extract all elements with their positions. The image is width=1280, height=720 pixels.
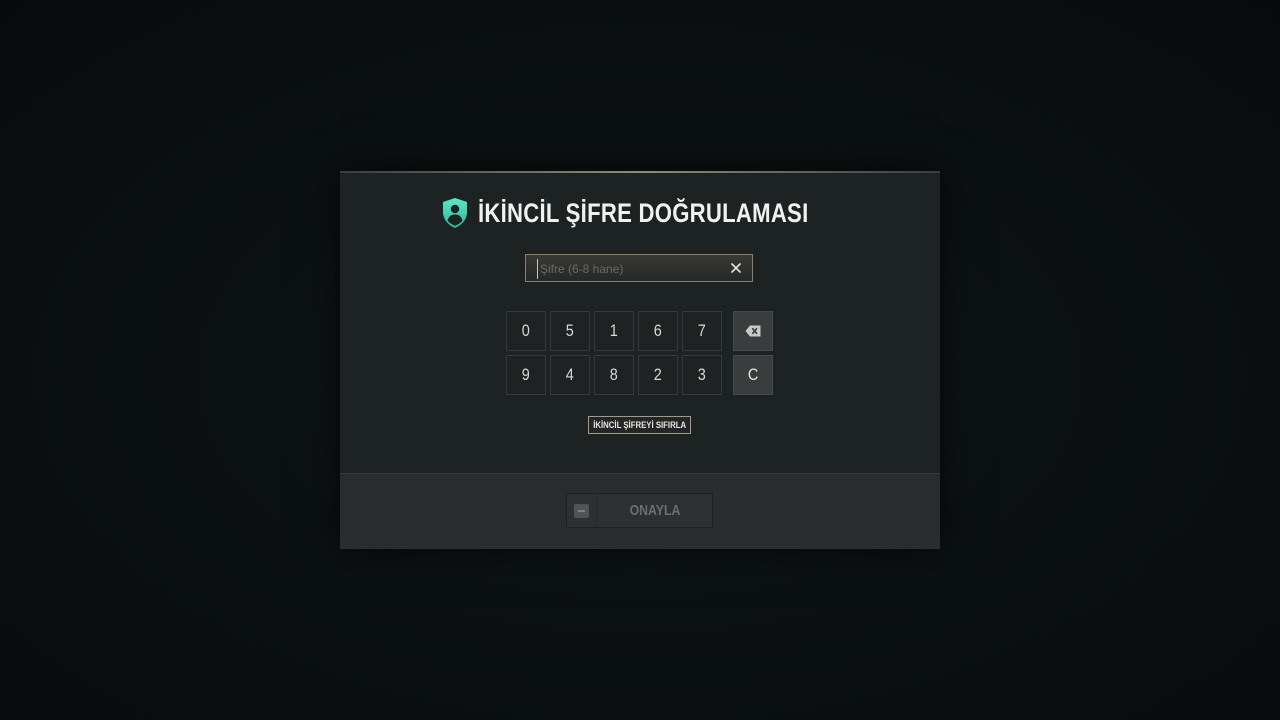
- reset-button-label: İKİNCİL ŞİFREYİ SIFIRLA: [593, 419, 686, 431]
- dialog-title: İKİNCİL ŞİFRE DOĞRULAMASI: [478, 197, 809, 228]
- password-input[interactable]: [537, 259, 720, 279]
- keypad-key[interactable]: 0: [506, 311, 546, 351]
- keypad-key[interactable]: 5: [550, 311, 590, 351]
- key-label: 7: [697, 321, 707, 340]
- key-label: 9: [521, 365, 531, 384]
- shield-user-icon: [443, 198, 468, 228]
- key-label: 4: [565, 365, 575, 384]
- dialog-header: İKİNCİL ŞİFRE DOĞRULAMASI: [340, 195, 940, 231]
- backspace-button[interactable]: [733, 311, 773, 351]
- clear-all-label: C: [747, 365, 759, 384]
- dialog-top-border: [340, 171, 940, 173]
- key-label: 1: [609, 321, 619, 340]
- dialog-footer: ONAYLA: [340, 473, 940, 549]
- keypad-key[interactable]: 3: [682, 355, 722, 395]
- confirm-label-text: ONAYLA: [629, 502, 681, 519]
- key-label: 2: [653, 365, 663, 384]
- password-field[interactable]: [525, 254, 753, 282]
- confirm-label: ONAYLA: [597, 494, 713, 527]
- keypad-key[interactable]: 4: [550, 355, 590, 395]
- secondary-password-dialog: İKİNCİL ŞİFRE DOĞRULAMASI 0 5 1 6 7 9 4 …: [340, 171, 940, 549]
- backspace-icon: [745, 325, 761, 337]
- keypad-key[interactable]: 6: [638, 311, 678, 351]
- keypad-key[interactable]: 2: [638, 355, 678, 395]
- clear-all-button[interactable]: C: [733, 355, 773, 395]
- key-label: 8: [609, 365, 619, 384]
- keyboard-key-icon: [574, 504, 589, 518]
- keypad-key[interactable]: 8: [594, 355, 634, 395]
- keypad-key[interactable]: 1: [594, 311, 634, 351]
- key-label: 3: [697, 365, 707, 384]
- keypad-key[interactable]: 9: [506, 355, 546, 395]
- key-label: 0: [521, 321, 531, 340]
- key-label: 5: [565, 321, 575, 340]
- confirm-button[interactable]: ONAYLA: [566, 493, 713, 528]
- close-icon[interactable]: [728, 260, 744, 276]
- keypad-key[interactable]: 7: [682, 311, 722, 351]
- key-label: 6: [653, 321, 663, 340]
- reset-secondary-password-button[interactable]: İKİNCİL ŞİFREYİ SIFIRLA: [588, 416, 691, 434]
